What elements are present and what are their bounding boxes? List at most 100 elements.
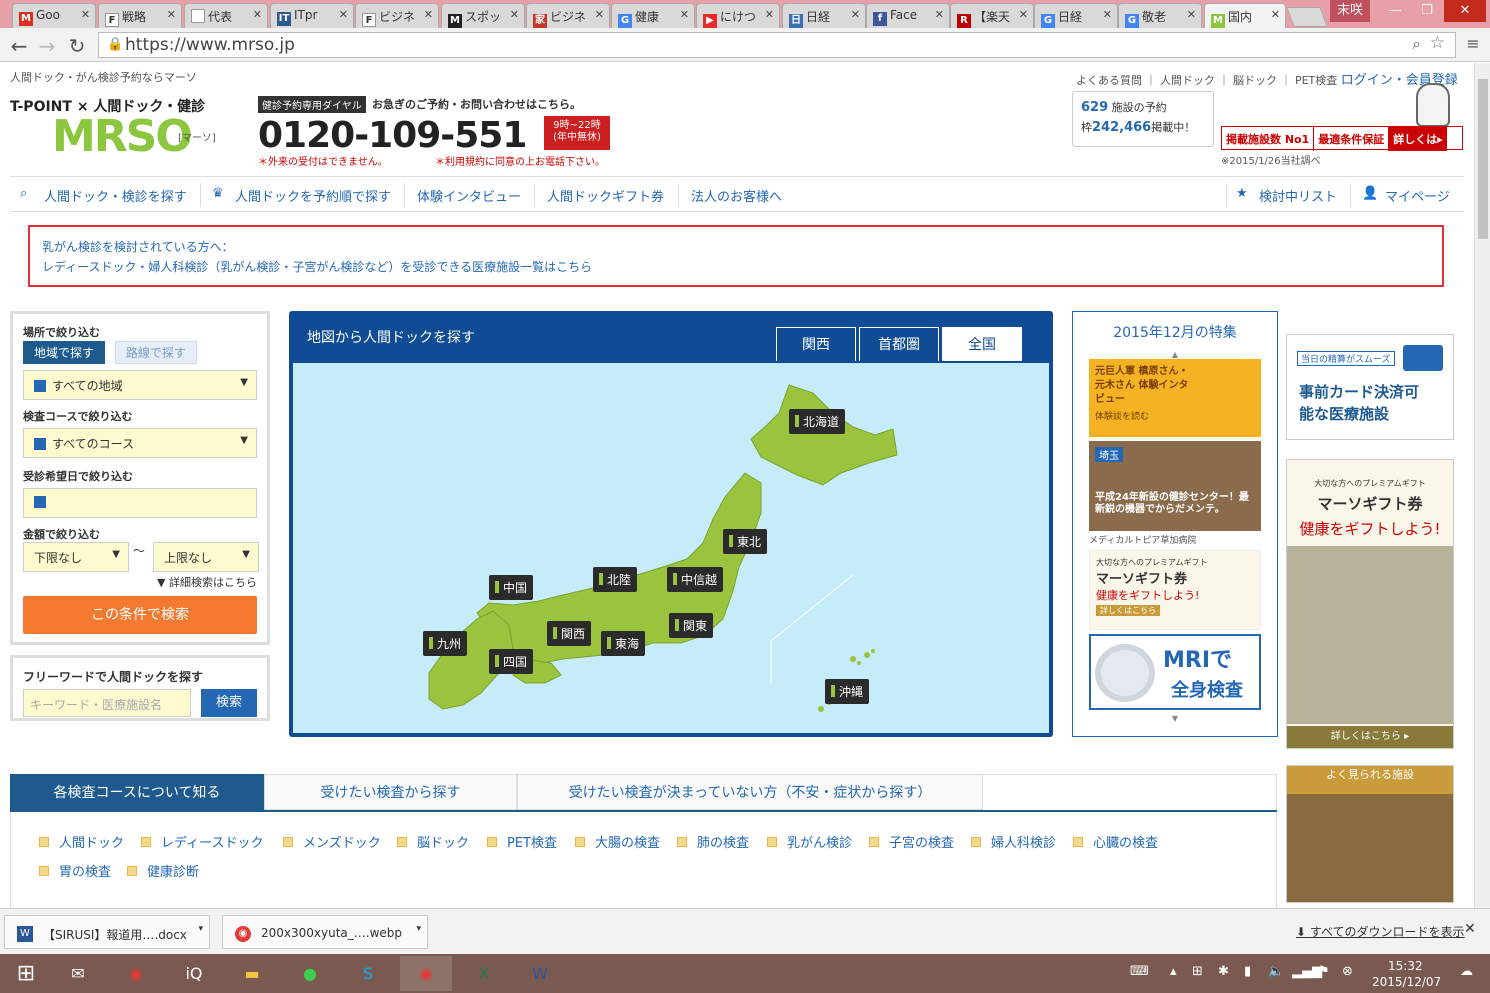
breast-cancer-notice[interactable]: 乳がん検診を検討されている方へ： レディースドック・婦人科検診（乳がん検診・子宮… — [28, 225, 1444, 287]
reload-icon[interactable]: ↻ — [66, 34, 88, 58]
guarantee-banner[interactable]: 掲載施設数 No1 最適条件保証 詳しくは▸ — [1221, 126, 1463, 151]
region-chushinetsu[interactable]: 中信越 — [667, 567, 724, 592]
nav-item-mypage[interactable]: マイページ — [1385, 186, 1450, 205]
close-tab-icon[interactable]: ✕ — [680, 8, 689, 21]
link-gynecology[interactable]: 婦人科検診 — [971, 832, 1056, 851]
close-tab-icon[interactable]: ✕ — [851, 8, 860, 21]
browser-tab[interactable]: G 敬老 ✕ — [1118, 3, 1202, 28]
line-app-icon[interactable]: ● — [284, 956, 336, 991]
link-uterus[interactable]: 子宮の検査 — [869, 832, 954, 851]
close-tab-icon[interactable]: ✕ — [1019, 8, 1028, 21]
page-scrollbar[interactable] — [1474, 63, 1490, 908]
browser-tab[interactable]: M Goo ✕ — [12, 3, 96, 28]
notice-line-2[interactable]: レディースドック・婦人科検診（乳がん検診・子宮がん検診など）を受診できる医療施設… — [42, 257, 1430, 277]
nav-item-gift[interactable]: 人間ドックギフト券 — [547, 186, 664, 205]
close-tab-icon[interactable]: ✕ — [1103, 8, 1112, 21]
region-hokuriku[interactable]: 北陸 — [593, 567, 638, 592]
scroll-down-icon[interactable]: ▼ — [1089, 714, 1261, 723]
close-tab-icon[interactable]: ✕ — [1187, 8, 1196, 21]
browser-tab[interactable]: 日日経 ✕ — [782, 3, 866, 28]
bookmark-star-icon[interactable]: ☆ — [1430, 33, 1445, 53]
map-tab-kansai[interactable]: 関西 — [776, 327, 856, 361]
region-tohoku[interactable]: 東北 — [723, 529, 768, 554]
seg-region[interactable]: 地域で探す — [23, 341, 106, 364]
link-stomach[interactable]: 胃の検査 — [39, 861, 111, 880]
region-tokai[interactable]: 東海 — [601, 631, 646, 656]
tray-up-icon[interactable]: ▴ — [1170, 964, 1177, 979]
gift-card-ad[interactable]: 大切な方へのプレミアムギフト マーソギフト券 健康をギフトしよう! 詳しくはこち… — [1286, 459, 1454, 749]
volume-icon[interactable]: 🔈 — [1268, 964, 1284, 979]
link-lung[interactable]: 肺の検査 — [677, 832, 749, 851]
map-tab-shutoken[interactable]: 首都圏 — [859, 327, 939, 361]
forward-icon[interactable]: → — [36, 34, 58, 58]
phone-number[interactable]: 0120-109-551 — [258, 115, 527, 156]
close-tab-icon[interactable]: ✕ — [424, 8, 433, 21]
browser-tab[interactable]: 家ビジネ ✕ — [526, 3, 610, 28]
minimize-icon[interactable]: — — [1380, 0, 1410, 22]
close-tab-icon[interactable]: ✕ — [167, 8, 176, 21]
chevron-down-icon[interactable]: ▾ — [416, 924, 421, 934]
browser-tab[interactable]: M 国内 ✕ — [1204, 3, 1286, 28]
link-pet[interactable]: PET検査 — [487, 832, 557, 851]
back-icon[interactable]: ← — [8, 34, 30, 58]
scroll-up-icon[interactable]: ▲ — [1089, 350, 1261, 359]
flag-icon[interactable]: ⚑ — [1318, 964, 1330, 979]
zoom-icon[interactable]: ⌕ — [1412, 34, 1421, 54]
area-select[interactable]: すべての地域 ▼ — [23, 370, 257, 400]
feature-interview[interactable]: 元巨人軍 槙原さん・元木さん 体験インタビュー 体験談を読む — [1089, 359, 1261, 437]
tray-x-icon[interactable]: ⊗ — [1342, 964, 1353, 979]
chrome-active-icon[interactable]: ◉ — [400, 956, 452, 991]
word-icon[interactable]: W — [514, 956, 566, 991]
tray-windows-icon[interactable]: ⊞ — [1192, 964, 1203, 979]
browser-tab[interactable]: G 日経 ✕ — [1034, 3, 1118, 28]
region-kyushu[interactable]: 九州 — [423, 631, 468, 656]
close-window-icon[interactable]: ✕ — [1444, 0, 1486, 22]
windows-start-icon[interactable]: ⊞ — [0, 956, 52, 991]
browser-tab[interactable]: f Face ✕ — [866, 3, 950, 28]
region-chugoku[interactable]: 中国 — [489, 575, 534, 600]
download-item-webp[interactable]: ◉ 200x300xyuta_….webp ▾ — [222, 915, 428, 949]
thunderbird-icon[interactable]: ✉ — [52, 956, 104, 991]
seg-line[interactable]: 路線で探す — [114, 341, 197, 364]
feature-mri[interactable]: MRIで 全身検査 — [1089, 634, 1261, 710]
scrollbar-thumb[interactable] — [1478, 79, 1488, 239]
tray-settings-icon[interactable]: ✱ — [1218, 964, 1229, 979]
region-hokkaido[interactable]: 北海道 — [789, 409, 846, 434]
browser-tab[interactable]: 代表 ✕ — [184, 3, 268, 28]
tab-course-about[interactable]: 各検査コースについて知る — [10, 774, 264, 810]
link-checkup[interactable]: 健康診断 — [127, 861, 199, 880]
close-tab-icon[interactable]: ✕ — [765, 8, 774, 21]
battery-icon[interactable]: ▮ — [1244, 964, 1251, 979]
region-okinawa[interactable]: 沖縄 — [825, 679, 870, 704]
date-input[interactable] — [23, 488, 257, 518]
close-tab-icon[interactable]: ✕ — [1271, 8, 1280, 21]
price-min-select[interactable]: 下限なし ▼ — [23, 542, 129, 572]
close-tab-icon[interactable]: ✕ — [253, 8, 262, 21]
close-tab-icon[interactable]: ✕ — [510, 8, 519, 21]
search-submit-button[interactable]: この条件で検索 — [23, 596, 257, 634]
site-logo[interactable]: MRSO — [52, 111, 193, 162]
chrome-icon[interactable]: ◉ — [110, 956, 162, 991]
feature-gift[interactable]: 大切な方へのプレミアムギフト マーソギフト券 健康をギフトしよう! 詳しくはこち… — [1089, 550, 1261, 630]
region-kanto[interactable]: 関東 — [669, 613, 714, 638]
close-tab-icon[interactable]: ✕ — [595, 8, 604, 21]
map-tab-zenkoku[interactable]: 全国 — [942, 327, 1022, 361]
feature-facility-name[interactable]: メディカルトピア草加病院 — [1089, 533, 1261, 546]
top-links-text[interactable]: よくある質問 ｜ 人間ドック ｜ 脳ドック ｜ PET検査 — [1076, 74, 1337, 87]
region-kansai[interactable]: 関西 — [547, 621, 592, 646]
browser-tab[interactable]: F 戦略 ✕ — [98, 3, 182, 28]
browser-tab[interactable]: ▶ にけつ ✕ — [696, 3, 780, 28]
link-breast[interactable]: 乳がん検診 — [767, 832, 852, 851]
keyboard-icon[interactable]: ⌨ — [1130, 964, 1149, 979]
browser-tab[interactable]: R 【楽天 ✕ — [950, 3, 1034, 28]
course-select[interactable]: すべてのコース ▼ — [23, 428, 257, 458]
nav-item-search[interactable]: 人間ドック・検診を探す — [44, 186, 187, 205]
address-bar[interactable]: 🔒 https://www.mrso.jp ⌕ ☆ — [98, 32, 1456, 58]
browser-tab[interactable]: M スポッ ✕ — [441, 3, 525, 28]
iq-app-icon[interactable]: iQ — [168, 956, 220, 991]
keyword-search-button[interactable]: 検索 — [201, 689, 257, 717]
browser-tab[interactable]: G 健康 ✕ — [611, 3, 695, 28]
excel-icon[interactable]: X — [458, 956, 510, 991]
region-shikoku[interactable]: 四国 — [489, 649, 534, 674]
popular-facility-ad[interactable]: よく見られる施設 — [1286, 765, 1454, 903]
